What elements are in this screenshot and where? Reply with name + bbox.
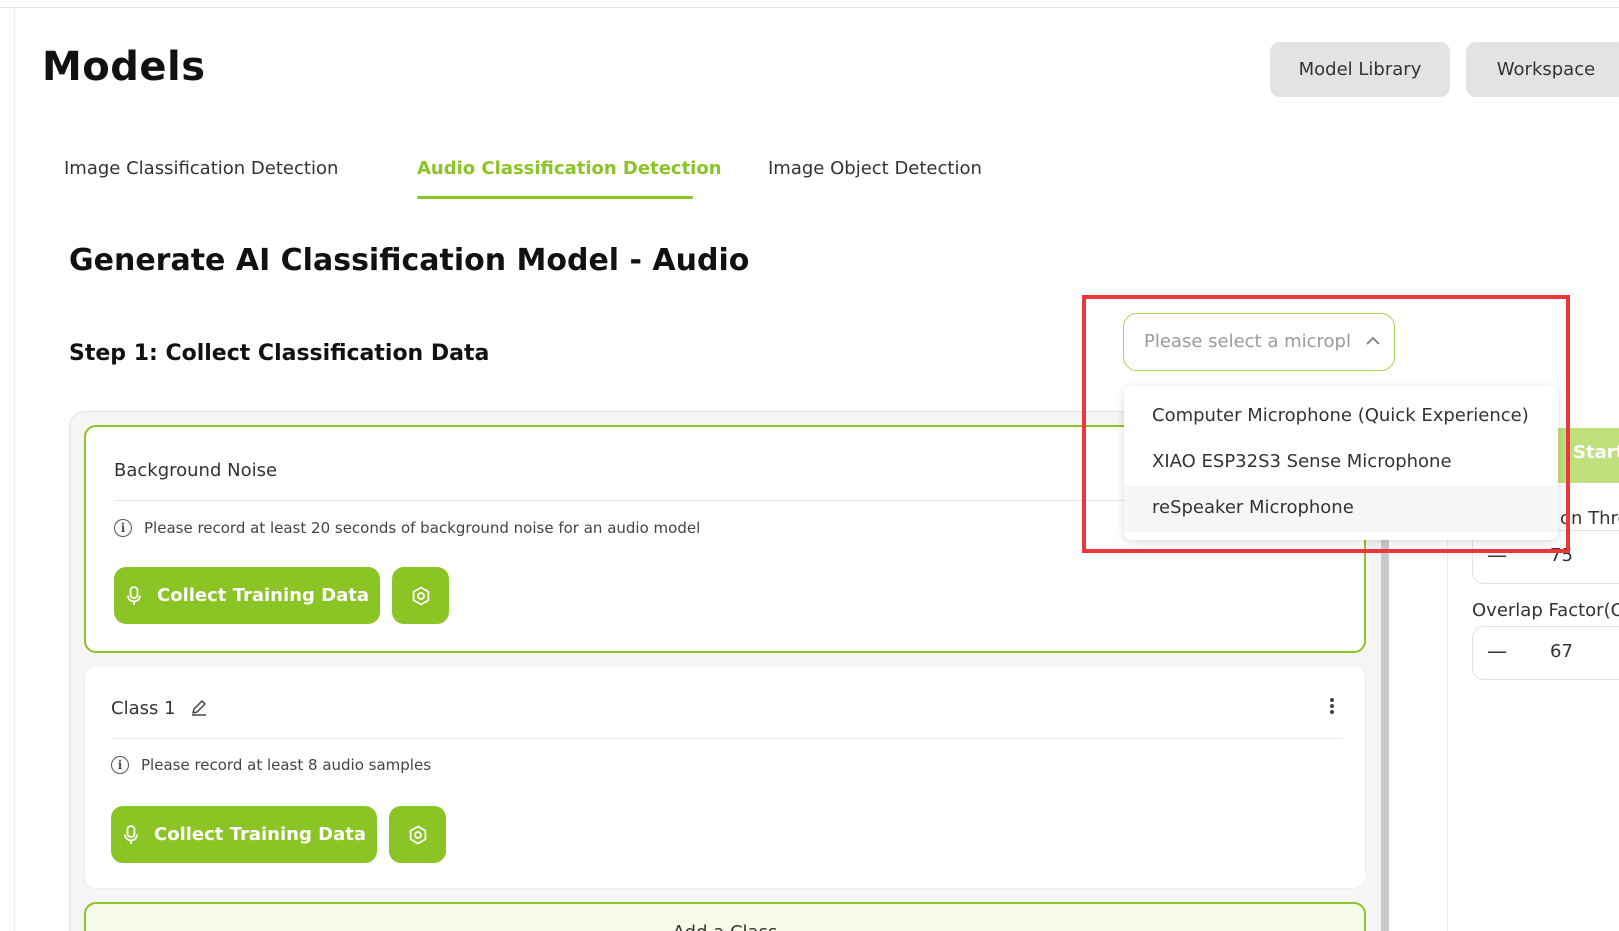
- annotation-highlight-box: [1082, 295, 1570, 553]
- card-title: Class 1: [111, 698, 176, 719]
- class-1-card: Class 1 i Please record at least 8 audio…: [84, 665, 1366, 889]
- model-library-button[interactable]: Model Library: [1270, 42, 1450, 97]
- settings-button[interactable]: [392, 567, 449, 624]
- tab-audio-classification[interactable]: Audio Classification Detection: [417, 158, 722, 179]
- step1-title: Step 1: Collect Classification Data: [69, 341, 490, 366]
- hint-text: Please record at least 8 audio samples: [141, 756, 432, 774]
- left-border: [14, 8, 15, 931]
- section-title: Generate AI Classification Model - Audio: [69, 243, 750, 278]
- hint-text: Please record at least 20 seconds of bac…: [144, 519, 701, 537]
- microphone-icon: [127, 585, 141, 605]
- card-hint: i Please record at least 8 audio samples: [111, 756, 431, 774]
- settings-button[interactable]: [389, 806, 446, 863]
- collect-label: Collect Training Data: [154, 824, 366, 845]
- tab-image-classification[interactable]: Image Classification Detection: [64, 158, 338, 179]
- card-title: Background Noise: [114, 460, 278, 481]
- active-tab-indicator: [417, 196, 693, 199]
- more-options-icon[interactable]: [1329, 696, 1335, 718]
- overlap-factor-stepper[interactable]: — 67: [1472, 626, 1619, 680]
- add-class-button[interactable]: Add a Class: [84, 902, 1366, 931]
- overlap-factor-value[interactable]: 67: [1550, 641, 1573, 662]
- workspace-button[interactable]: Workspace: [1466, 42, 1619, 97]
- minus-icon[interactable]: —: [1487, 639, 1507, 663]
- page-title: Models: [42, 44, 206, 90]
- gear-icon: [409, 824, 426, 845]
- microphone-icon: [124, 824, 138, 844]
- add-class-label: Add a Class: [86, 922, 1364, 931]
- info-icon: i: [111, 756, 129, 774]
- card-divider: [111, 738, 1341, 739]
- tab-image-object-detection[interactable]: Image Object Detection: [768, 158, 982, 179]
- top-border: [0, 0, 1619, 8]
- gear-icon: [412, 585, 429, 606]
- overlap-factor-label: Overlap Factor(C: [1472, 600, 1619, 621]
- collect-label: Collect Training Data: [157, 585, 369, 606]
- card-hint: i Please record at least 20 seconds of b…: [114, 519, 700, 537]
- panel-scrollbar[interactable]: [1381, 530, 1389, 931]
- collect-training-data-button[interactable]: Collect Training Data: [111, 806, 377, 863]
- edit-pencil-icon[interactable]: [189, 697, 209, 717]
- collect-training-data-button[interactable]: Collect Training Data: [114, 567, 380, 624]
- info-icon: i: [114, 519, 132, 537]
